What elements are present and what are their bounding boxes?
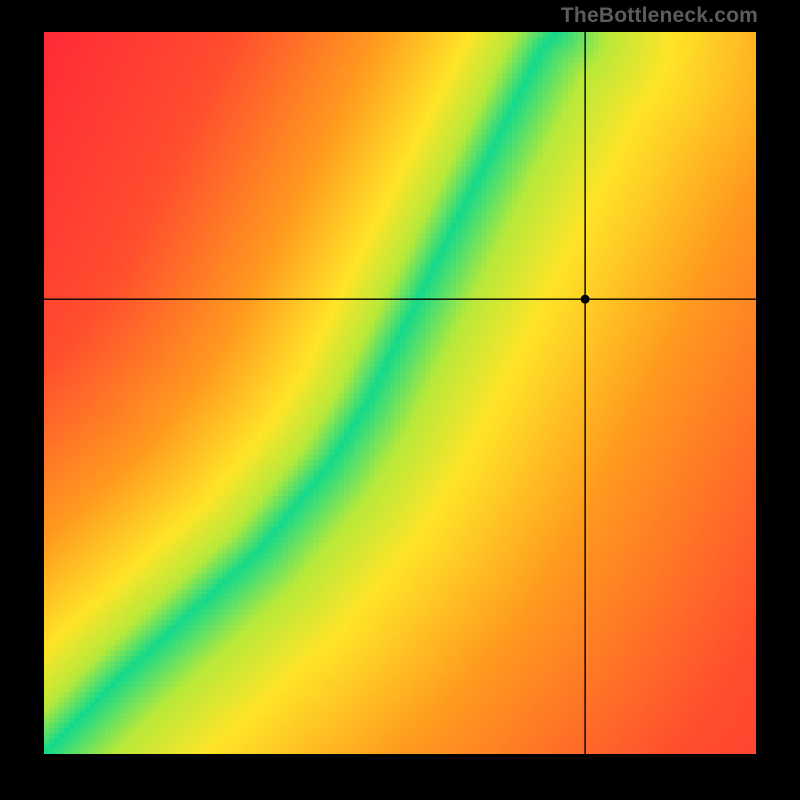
plot-area	[44, 32, 756, 754]
marker-dot	[581, 295, 590, 304]
watermark-text: TheBottleneck.com	[561, 4, 758, 28]
chart-frame: TheBottleneck.com	[0, 0, 800, 800]
heatmap-pixels	[44, 32, 756, 754]
heatmap-svg	[44, 32, 756, 754]
